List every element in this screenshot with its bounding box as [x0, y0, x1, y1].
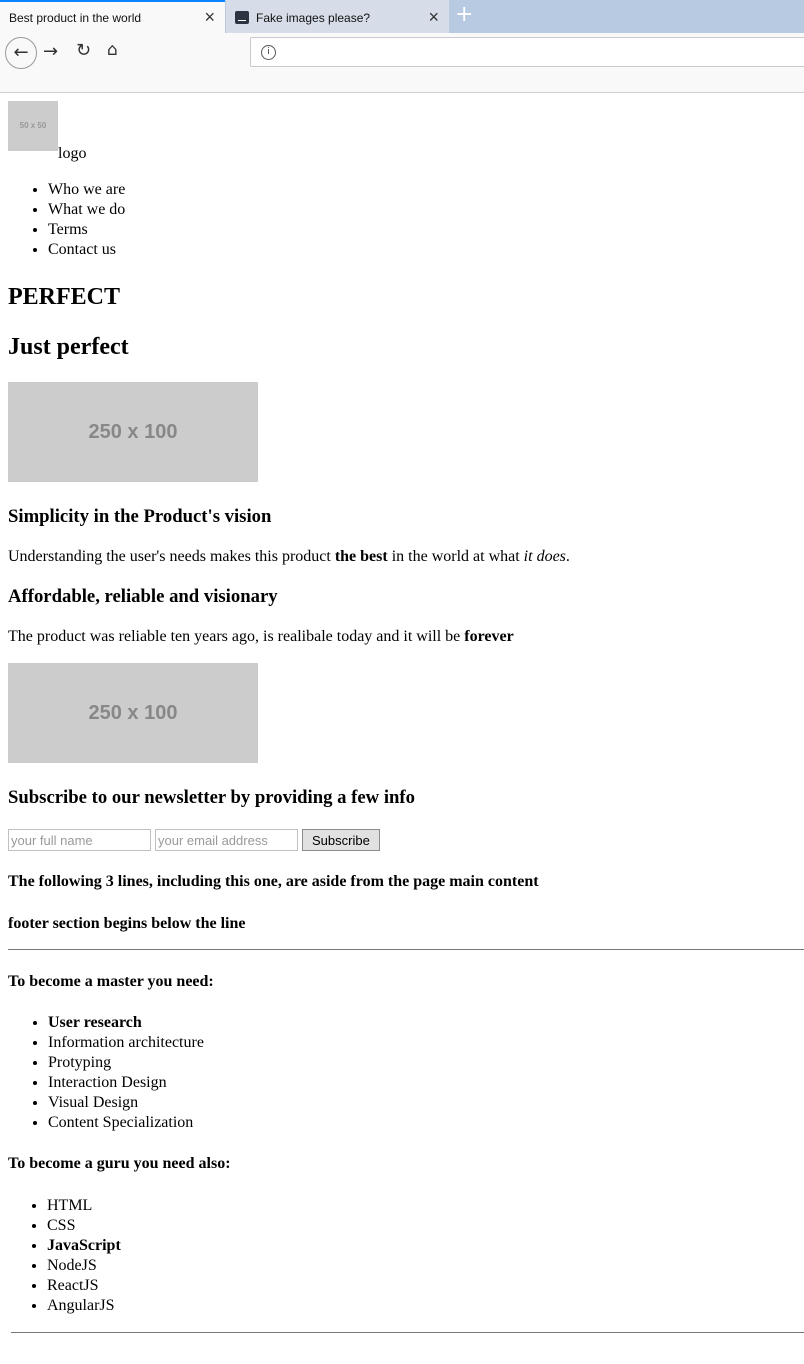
guru-list: HTML CSS JavaScript NodeJS ReactJS Angul… [8, 1196, 804, 1316]
page-subtitle: Just perfect [8, 334, 129, 360]
newsletter-form: Subscribe [8, 829, 804, 851]
text-span: Understanding the user's needs makes thi… [8, 548, 335, 565]
close-icon[interactable]: × [428, 8, 439, 26]
email-input[interactable] [155, 829, 298, 851]
nav-item[interactable]: Contact us [48, 240, 804, 260]
list-item: ReactJS [47, 1276, 804, 1296]
footer-divider [8, 949, 804, 950]
nav-item[interactable]: Terms [48, 220, 804, 240]
section-text: Understanding the user's needs makes thi… [8, 547, 804, 567]
footer-heading: To become a guru you need also: [8, 1155, 231, 1172]
forward-arrow-icon[interactable]: → [43, 41, 58, 62]
tab-bar: Best product in the world × Fake images … [0, 0, 804, 33]
plus-icon[interactable]: + [455, 4, 473, 26]
list-item: NodeJS [47, 1256, 804, 1276]
footer-bottom-divider [11, 1332, 804, 1333]
master-list: User research Information architecture P… [8, 1013, 804, 1133]
list-item: Content Specialization [48, 1113, 804, 1133]
tab-label: Fake images please? [256, 11, 371, 25]
info-icon[interactable]: i [261, 45, 276, 60]
section-heading: Affordable, reliable and visionary [8, 586, 278, 607]
footer-heading: To become a master you need: [8, 973, 214, 990]
section-text: The product was reliable ten years ago, … [8, 627, 804, 647]
list-item: Information architecture [48, 1033, 804, 1053]
back-arrow-icon[interactable]: ← [5, 37, 37, 69]
navigation-toolbar: ← → ↻ ⌂ i [0, 33, 804, 93]
banner-image: 250 x 100 [8, 382, 258, 482]
bold-text: forever [464, 628, 514, 645]
full-name-input[interactable] [8, 829, 151, 851]
tab-fake-images[interactable]: Fake images please? × [226, 0, 449, 33]
italic-text: it does [523, 548, 566, 565]
home-icon[interactable]: ⌂ [107, 40, 118, 60]
section-heading: Simplicity in the Product's vision [8, 506, 272, 527]
list-item: AngularJS [47, 1296, 804, 1316]
site-header: 50 x 50 logo [8, 101, 804, 163]
list-item: User research [48, 1013, 804, 1033]
list-item: Interaction Design [48, 1073, 804, 1093]
address-bar[interactable]: i [250, 37, 804, 67]
logo-text: logo [58, 145, 87, 162]
subscribe-button[interactable]: Subscribe [302, 829, 380, 851]
page-title: PERFECT [8, 284, 121, 310]
list-item: HTML [47, 1196, 804, 1216]
list-item: JavaScript [47, 1236, 804, 1256]
main-nav: Who we are What we do Terms Contact us [8, 180, 804, 260]
nav-item[interactable]: What we do [48, 200, 804, 220]
aside-line: The following 3 lines, including this on… [8, 873, 539, 890]
page-content: 50 x 50 logo Who we are What we do Terms… [8, 93, 804, 1333]
list-item: Visual Design [48, 1093, 804, 1113]
aside-line: footer section begins below the line [8, 915, 246, 932]
list-item: CSS [47, 1216, 804, 1236]
nav-item[interactable]: Who we are [48, 180, 804, 200]
list-item: Protyping [48, 1053, 804, 1073]
text-span: . [565, 548, 570, 565]
site-favicon-icon [235, 11, 249, 24]
tab-label: Best product in the world [9, 11, 142, 25]
reload-icon[interactable]: ↻ [76, 40, 91, 61]
text-span: The product was reliable ten years ago, … [8, 628, 465, 645]
tab-best-product[interactable]: Best product in the world × [0, 0, 225, 33]
banner-image: 250 x 100 [8, 663, 258, 763]
bold-text: JavaScript [47, 1237, 121, 1254]
text-span: in the world at what [387, 548, 524, 565]
logo-image: 50 x 50 [8, 101, 58, 151]
bold-text: User research [48, 1014, 142, 1031]
bold-text: the best [334, 548, 388, 565]
newsletter-heading: Subscribe to our newsletter by providing… [8, 787, 415, 808]
close-icon[interactable]: × [204, 8, 215, 26]
